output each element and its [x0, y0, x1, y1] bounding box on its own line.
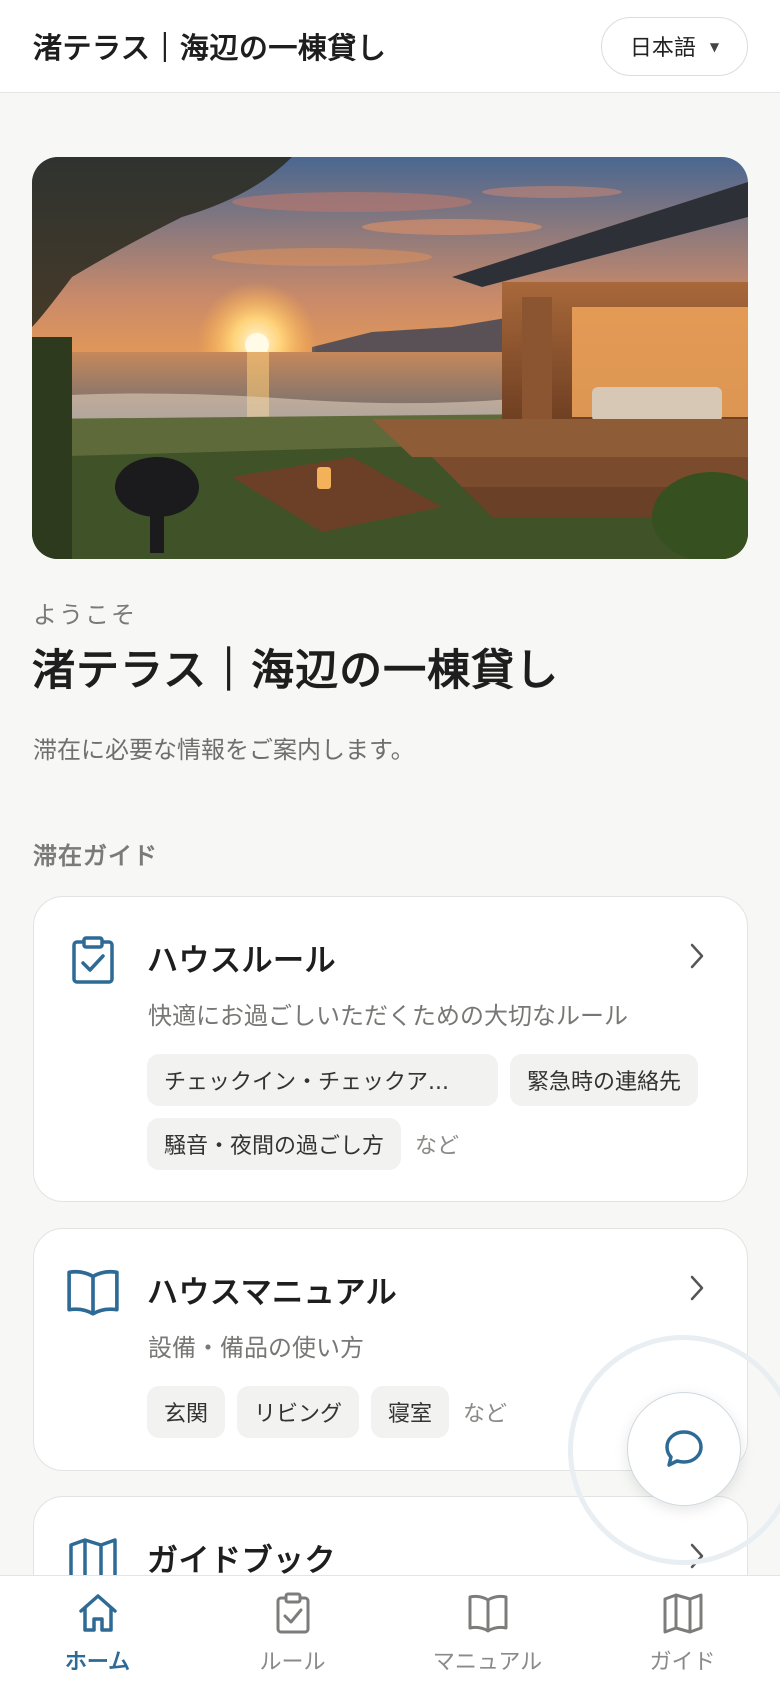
clipboard-check-icon	[276, 1592, 309, 1634]
open-book-icon	[468, 1594, 507, 1633]
folded-map-icon	[663, 1593, 702, 1634]
nav-item-guide[interactable]: ガイド	[585, 1576, 780, 1688]
nav-label: ホーム	[64, 1650, 131, 1675]
caret-down-icon: ▼	[709, 40, 720, 54]
tag[interactable]: 緊急時の連絡先	[510, 1054, 699, 1106]
nav-item-manual[interactable]: マニュアル	[390, 1576, 585, 1688]
card-subtitle: 設備・備品の使い方	[148, 1334, 364, 1362]
chevron-right-icon	[690, 943, 704, 969]
section-label: 滞在ガイド	[33, 842, 158, 870]
language-select[interactable]: 日本語 ▼	[601, 16, 748, 76]
card-title: ハウスルール	[147, 943, 336, 979]
tag[interactable]: 騒音・夜間の過ごし方	[147, 1118, 402, 1170]
welcome-label: ようこそ	[33, 601, 137, 629]
chat-button[interactable]	[627, 1392, 741, 1506]
open-book-icon	[67, 1269, 119, 1316]
tags-etc: など	[415, 1134, 460, 1159]
nav-item-rules[interactable]: ルール	[195, 1576, 390, 1688]
tag[interactable]: 寝室	[371, 1386, 450, 1438]
card-tags: チェックイン・チェックア... 緊急時の連絡先 騒音・夜間の過ごし方 など	[147, 1054, 727, 1170]
app-root: 渚テラス｜海辺の一棟貸し 日本語 ▼ ようこそ 渚テラス｜海辺の一棟貸し 滞在に…	[0, 0, 780, 1688]
header-title: 渚テラス｜海辺の一棟貸し	[33, 31, 387, 65]
house-rules-card[interactable]: ハウスルール 快適にお過ごしいただくための大切なルール チェックイン・チェックア…	[33, 896, 748, 1202]
chevron-right-icon	[690, 1275, 704, 1301]
nav-label: ガイド	[649, 1650, 716, 1675]
card-subtitle: 快適にお過ごしいただくための大切なルール	[148, 1002, 628, 1030]
header: 渚テラス｜海辺の一棟貸し 日本語 ▼	[0, 0, 780, 93]
tag[interactable]: チェックイン・チェックア...	[147, 1054, 498, 1106]
tag[interactable]: 玄関	[147, 1386, 226, 1438]
tag[interactable]: リビング	[237, 1386, 360, 1438]
chat-bubble-icon	[665, 1430, 703, 1467]
welcome-title: 渚テラス｜海辺の一棟貸し	[32, 646, 560, 696]
nav-label: ルール	[259, 1650, 326, 1675]
clipboard-check-icon	[72, 936, 114, 984]
card-title: ハウスマニュアル	[147, 1275, 398, 1311]
home-icon	[78, 1594, 117, 1632]
nav-item-home[interactable]: ホーム	[0, 1576, 195, 1688]
beach-house-sunset-photo	[32, 157, 748, 559]
welcome-description: 滞在に必要な情報をご案内します。	[33, 736, 415, 764]
card-title: ガイドブック	[147, 1543, 336, 1579]
nav-label: マニュアル	[432, 1650, 543, 1675]
hero-image	[32, 157, 748, 559]
tags-etc: など	[463, 1402, 508, 1427]
language-select-value: 日本語	[629, 36, 696, 61]
bottom-nav: ホーム ルール マニュアル ガイド	[0, 1575, 780, 1688]
